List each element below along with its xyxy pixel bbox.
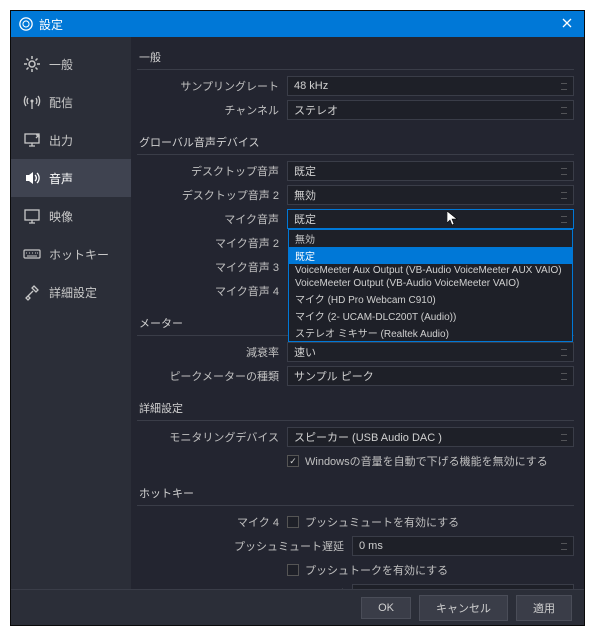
sidebar-item-output[interactable]: 出力 — [11, 121, 131, 159]
sidebar-item-label: 詳細設定 — [49, 284, 97, 301]
mic1-select[interactable]: 既定 無効 既定 VoiceMeeter Aux Output (VB-Audi… — [287, 209, 574, 229]
dropdown-item[interactable]: 無効 — [289, 230, 572, 247]
titlebar[interactable]: 設定 — [11, 11, 584, 37]
mic1-label: マイク音声 — [137, 211, 287, 227]
ducking-label: Windowsの音量を自動で下げる機能を無効にする — [305, 453, 548, 469]
desktop1-select[interactable]: 既定 — [287, 161, 574, 181]
group-hotkey: ホットキー マイク 4 プッシュミュートを有効にする プッシュミュート遅延 0 … — [137, 481, 574, 589]
mic4-label: マイク音声 4 — [137, 283, 287, 299]
desktop2-select[interactable]: 無効 — [287, 185, 574, 205]
mic3-label: マイク音声 3 — [137, 259, 287, 275]
ptt-enable-label: プッシュトークを有効にする — [305, 562, 448, 578]
sidebar-item-general[interactable]: 一般 — [11, 45, 131, 83]
group-title: 一般 — [137, 45, 574, 70]
hotkey-mic4-label: マイク 4 — [137, 514, 287, 530]
ok-button[interactable]: OK — [361, 597, 411, 619]
gear-icon — [23, 55, 41, 73]
window-body: 一般 配信 出力 音声 映像 ホットキー — [11, 37, 584, 589]
speaker-icon — [23, 169, 41, 187]
broadcast-icon — [23, 93, 41, 111]
mic1-value: 既定 — [294, 211, 316, 227]
sidebar-item-label: 一般 — [49, 56, 73, 73]
obs-icon — [19, 17, 33, 31]
sidebar-item-label: 音声 — [49, 170, 73, 187]
dropdown-item[interactable]: マイク (HD Pro Webcam C910) — [289, 290, 572, 307]
sidebar-item-label: 出力 — [49, 132, 73, 149]
apply-button[interactable]: 適用 — [516, 595, 572, 621]
window-title: 設定 — [39, 16, 558, 33]
dropdown-item[interactable]: VoiceMeeter Output (VB-Audio VoiceMeeter… — [289, 277, 572, 290]
decay-label: 減衰率 — [137, 344, 287, 360]
sidebar-item-video[interactable]: 映像 — [11, 197, 131, 235]
ptm-enable-label: プッシュミュートを有効にする — [305, 514, 459, 530]
sidebar: 一般 配信 出力 音声 映像 ホットキー — [11, 37, 131, 589]
display-icon — [23, 207, 41, 225]
monitor-label: モニタリングデバイス — [137, 429, 287, 445]
group-title: ホットキー — [137, 481, 574, 506]
mic4-ptt-checkbox[interactable] — [287, 564, 299, 576]
dropdown-item[interactable]: 既定 — [289, 247, 572, 264]
sidebar-item-label: ホットキー — [49, 246, 109, 263]
desktop2-label: デスクトップ音声 2 — [137, 187, 287, 203]
cancel-button[interactable]: キャンセル — [419, 595, 508, 621]
group-general: 一般 サンプリングレート 48 kHz チャンネル ステレオ — [137, 45, 574, 120]
keyboard-icon — [23, 245, 41, 263]
sidebar-item-advanced[interactable]: 詳細設定 — [11, 273, 131, 311]
sidebar-item-audio[interactable]: 音声 — [11, 159, 131, 197]
sidebar-item-stream[interactable]: 配信 — [11, 83, 131, 121]
sample-rate-label: サンプリングレート — [137, 78, 287, 94]
ptt-delay-label: プッシュトーク遅延 — [137, 586, 352, 589]
mic2-label: マイク音声 2 — [137, 235, 287, 251]
mic1-dropdown: 無効 既定 VoiceMeeter Aux Output (VB-Audio V… — [288, 229, 573, 342]
settings-window: 設定 一般 配信 出力 音声 映像 — [10, 10, 585, 626]
sidebar-item-label: 配信 — [49, 94, 73, 111]
channel-label: チャンネル — [137, 102, 287, 118]
group-title: 詳細設定 — [137, 396, 574, 421]
dropdown-item[interactable]: マイク (2- UCAM-DLC200T (Audio)) — [289, 307, 572, 324]
ducking-checkbox[interactable] — [287, 455, 299, 467]
group-global-audio: グローバル音声デバイス デスクトップ音声 既定 デスクトップ音声 2 無効 マイ… — [137, 130, 574, 301]
group-title: グローバル音声デバイス — [137, 130, 574, 155]
sidebar-item-hotkey[interactable]: ホットキー — [11, 235, 131, 273]
content-panel: 一般 サンプリングレート 48 kHz チャンネル ステレオ グローバル音声デバ… — [131, 37, 584, 589]
peak-select[interactable]: サンプル ピーク — [287, 366, 574, 386]
close-icon[interactable] — [558, 17, 576, 31]
group-advanced: 詳細設定 モニタリングデバイス スピーカー (USB Audio DAC ) W… — [137, 396, 574, 471]
sidebar-item-label: 映像 — [49, 208, 73, 225]
dropdown-item[interactable]: ステレオ ミキサー (Realtek Audio) — [289, 324, 572, 341]
channel-select[interactable]: ステレオ — [287, 100, 574, 120]
mic4-ptm-checkbox[interactable] — [287, 516, 299, 528]
sample-rate-select[interactable]: 48 kHz — [287, 76, 574, 96]
dropdown-item[interactable]: VoiceMeeter Aux Output (VB-Audio VoiceMe… — [289, 264, 572, 277]
ptm-delay-label: プッシュミュート遅延 — [137, 538, 352, 554]
monitor-icon — [23, 131, 41, 149]
desktop1-label: デスクトップ音声 — [137, 163, 287, 179]
monitor-select[interactable]: スピーカー (USB Audio DAC ) — [287, 427, 574, 447]
footer: OK キャンセル 適用 — [11, 589, 584, 625]
mic4-ptt-delay[interactable]: 0 ms — [352, 584, 574, 589]
tools-icon — [23, 283, 41, 301]
mic4-ptm-delay[interactable]: 0 ms — [352, 536, 574, 556]
peak-label: ピークメーターの種類 — [137, 368, 287, 384]
decay-select[interactable]: 速い — [287, 342, 574, 362]
